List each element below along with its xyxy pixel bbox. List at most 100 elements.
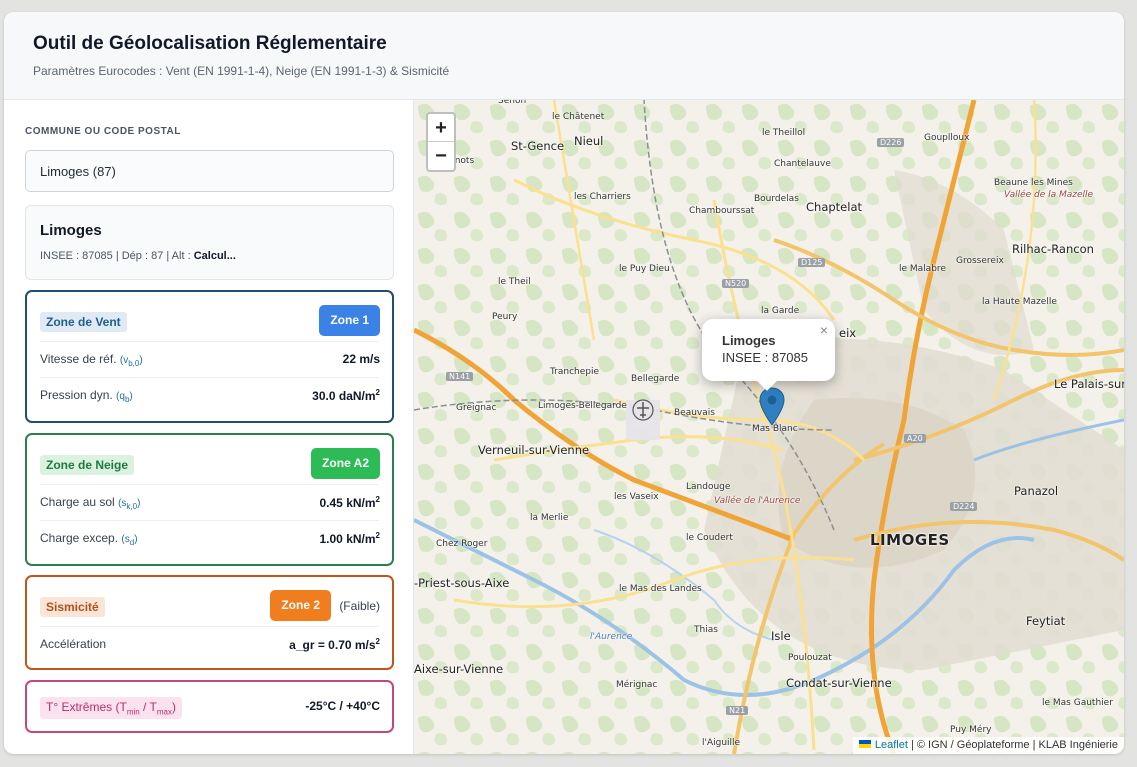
- map-place-label: Feytiat: [1026, 614, 1066, 628]
- divider: [40, 484, 379, 485]
- altitude-value: Calcul...: [193, 250, 236, 262]
- map-place-label: LIMOGES: [870, 531, 950, 549]
- map-place-label: Beauvais: [674, 408, 715, 418]
- wind-pressure-label: Pression dyn. (qb): [40, 388, 133, 404]
- app-window: Outil de Géolocalisation Réglementaire P…: [4, 12, 1124, 754]
- map-place-label: eix: [839, 326, 857, 340]
- map-place-label: Poulouzat: [788, 653, 832, 663]
- map-place-label: le Malabre: [899, 264, 946, 274]
- snow-excep-label: Charge excep. (sd): [40, 531, 138, 547]
- map-place-label: Peury: [492, 312, 518, 322]
- map-place-label: Puy Méry: [950, 725, 992, 735]
- map-place-label: Thias: [694, 625, 718, 635]
- commune-meta: INSEE : 87085 | Dép : 87 | Alt : Calcul.…: [40, 250, 236, 262]
- divider: [40, 626, 379, 627]
- page-header: Outil de Géolocalisation Réglementaire P…: [4, 12, 1124, 100]
- map-popup: Limoges INSEE : 87085 ×: [702, 319, 835, 391]
- page-subtitle: Paramètres Eurocodes : Vent (EN 1991-1-4…: [33, 64, 450, 78]
- commune-name: Limoges: [40, 222, 102, 239]
- map-place-label: l'Aiguille: [702, 738, 741, 748]
- map-place-label: Vallée de l'Aurence: [714, 496, 801, 506]
- divider: [40, 377, 379, 378]
- road-shield: D125: [798, 258, 826, 267]
- map-place-label: Chantelauve: [774, 159, 831, 169]
- divider: [40, 520, 379, 521]
- temperature-value: -25°C / +40°C: [305, 699, 380, 713]
- map-place-label: Beaune les Mines: [994, 178, 1073, 188]
- seismic-zone-badge: Zone 2: [270, 590, 331, 621]
- map-place-label: -Priest-sous-Aixe: [414, 576, 510, 590]
- map-place-label: Chez Roger: [436, 539, 488, 549]
- road-shield: N520: [722, 279, 750, 288]
- zoom-control: + −: [426, 112, 456, 172]
- map-view[interactable]: Senon le Châtenet le Theillol Gouplloux …: [414, 100, 1124, 754]
- commune-info-card: Limoges INSEE : 87085 | Dép : 87 | Alt :…: [25, 205, 394, 280]
- map-place-label: Landouge: [686, 482, 731, 492]
- map-marker-icon[interactable]: [759, 387, 785, 427]
- map-place-label: Bellegarde: [631, 374, 680, 384]
- commune-meta-text: INSEE : 87085 | Dép : 87 | Alt :: [40, 250, 194, 262]
- map-place-label: Limoges-Bellegarde: [538, 401, 627, 411]
- snow-zone-title: Zone de Neige: [40, 455, 135, 475]
- wind-pressure-value: 30.0 daN/m2: [312, 388, 380, 403]
- map-place-label: les Vaseix: [614, 492, 659, 502]
- seismic-accel-value: a_gr = 0.70 m/s2: [289, 637, 380, 652]
- map-place-label: Isle: [771, 629, 791, 643]
- road-shield: A20: [904, 434, 926, 443]
- map-place-label: le Mas Gauthier: [1042, 698, 1113, 708]
- snow-ground-label: Charge au sol (sk,0): [40, 495, 141, 511]
- map-place-label: Le Palais-sur-: [1054, 377, 1124, 391]
- map-place-label: le Coudert: [686, 533, 733, 543]
- map-place-label: Panazol: [1014, 484, 1059, 498]
- map-place-label: Chambourssat: [689, 206, 755, 216]
- popup-close-icon[interactable]: ×: [820, 322, 828, 338]
- map-place-label: le Theil: [498, 277, 531, 287]
- sidebar: COMMUNE OU CODE POSTAL Limoges INSEE : 8…: [4, 100, 414, 754]
- temperature-title: T° Extrêmes (Tmin / Tmax): [40, 697, 182, 720]
- popup-insee: INSEE : 87085: [722, 350, 808, 365]
- snow-ground-value: 0.45 kN/m2: [319, 495, 381, 510]
- seismic-zone-title: Sismicité: [40, 597, 105, 617]
- map-place-label: Aixe-sur-Vienne: [414, 662, 504, 676]
- map-place-label: le Puy Dieu: [619, 264, 670, 274]
- map-place-label: l'Aurence: [590, 632, 633, 642]
- seismic-zone-card: Sismicité Zone 2 (Faible) Accélération a…: [25, 575, 394, 670]
- map-place-label: le Theillol: [762, 128, 806, 138]
- zoom-out-button[interactable]: −: [428, 142, 454, 170]
- map-place-label: les Charriers: [574, 192, 631, 202]
- wind-zone-title: Zone de Vent: [40, 312, 127, 332]
- map-attribution: Leaflet | © IGN / Géoplateforme | KLAB I…: [852, 737, 1124, 754]
- road-shield: N21: [726, 706, 749, 715]
- road-shield: D226: [877, 138, 905, 147]
- map-place-label: Senon: [498, 100, 527, 106]
- snow-zone-card: Zone de Neige Zone A2 Charge au sol (sk,…: [25, 433, 394, 566]
- map-place-label: Nieul: [574, 134, 604, 148]
- commune-search-input[interactable]: [25, 150, 394, 192]
- leaflet-link[interactable]: Leaflet: [875, 739, 908, 751]
- map-place-label: Rilhac-Rancon: [1012, 242, 1094, 256]
- snow-excep-value: 1.00 kN/m2: [319, 531, 381, 546]
- snow-zone-badge: Zone A2: [311, 448, 380, 479]
- map-place-label: la Garde: [761, 306, 800, 316]
- map-place-label: la Haute Mazelle: [982, 297, 1057, 307]
- map-place-label: Verneuil-sur-Vienne: [478, 443, 590, 457]
- attribution-text: | © IGN / Géoplateforme | KLAB Ingénieri…: [907, 739, 1118, 751]
- zoom-in-button[interactable]: +: [428, 114, 454, 142]
- map-place-label: Bourdelas: [754, 194, 799, 204]
- map-place-label: Condat-sur-Vienne: [786, 676, 892, 690]
- wind-speed-value: 22 m/s: [342, 352, 380, 366]
- map-place-label: le Châtenet: [552, 112, 605, 122]
- divider: [40, 341, 379, 342]
- map-place-label: Chaptelat: [806, 200, 863, 214]
- map-place-label: le Mas des Landes: [619, 584, 702, 594]
- page-title: Outil de Géolocalisation Réglementaire: [33, 33, 387, 54]
- search-label: COMMUNE OU CODE POSTAL: [25, 126, 181, 137]
- map-place-label: Tranchepie: [550, 367, 600, 377]
- wind-speed-label: Vitesse de réf. (vb,0): [40, 352, 143, 368]
- seismic-level: (Faible): [339, 599, 380, 613]
- map-place-label: la Merlie: [530, 513, 569, 523]
- popup-title: Limoges: [722, 333, 776, 348]
- map-place-label: Vallée de la Mazelle: [1004, 190, 1094, 200]
- map-place-label: Gouplloux: [924, 133, 970, 143]
- road-shield: N141: [446, 372, 474, 381]
